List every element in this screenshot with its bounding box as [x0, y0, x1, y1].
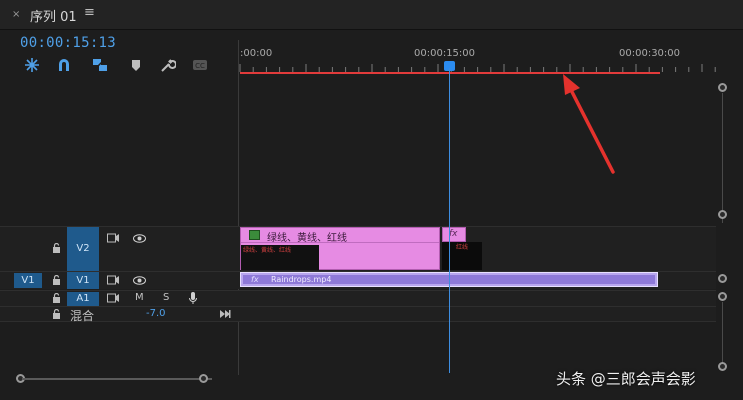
clip-name: Raindrops.mp4 — [271, 275, 332, 284]
close-tab-icon[interactable]: × — [12, 9, 20, 20]
toggle-sync-lock-icon[interactable] — [107, 275, 119, 288]
source-patch-v1[interactable]: V1 — [14, 273, 42, 288]
eye-visibility-icon[interactable] — [133, 234, 146, 246]
time-ruler[interactable]: :00:00 00:00:15:00 00:00:30:00 — [238, 40, 716, 78]
clip-thumbnail-text: 绿线、黄线、红线 — [243, 247, 292, 254]
lock-icon[interactable] — [52, 242, 61, 256]
track-target-v1[interactable]: V1 — [67, 272, 99, 289]
insert-sequence-icon[interactable] — [24, 57, 40, 73]
svg-text:CC: CC — [195, 62, 205, 70]
audio-scroll-handle-top[interactable] — [718, 292, 727, 301]
lock-icon[interactable] — [52, 274, 61, 288]
watermark: 头条 @三郎会声会影 — [556, 370, 696, 388]
mix-label: 混合 — [70, 309, 95, 323]
vertical-scroll-track[interactable] — [722, 93, 723, 223]
vertical-scroll-handle-top[interactable] — [718, 83, 727, 92]
panel-tab-bar: × 序列 01 ≡ — [0, 0, 743, 30]
toggle-sync-lock-icon[interactable] — [107, 233, 119, 246]
linked-selection-icon[interactable] — [92, 57, 108, 73]
video-scroll-handle[interactable] — [718, 274, 727, 283]
track-target-v2[interactable]: V2 — [67, 227, 99, 271]
audio-scroll-track[interactable] — [722, 302, 723, 364]
solo-button[interactable]: S — [163, 292, 169, 303]
clip-thumbnail-text: 红线 — [456, 244, 469, 251]
playhead-line[interactable] — [449, 68, 450, 373]
track-mix: 混合 -7.0 — [0, 306, 716, 323]
panel-menu-icon[interactable]: ≡ — [84, 5, 95, 20]
track-header-divider — [238, 40, 239, 375]
sequence-tab-title[interactable]: 序列 01 — [30, 6, 77, 25]
vertical-scroll-handle-bottom[interactable] — [718, 210, 727, 219]
lock-icon[interactable] — [52, 308, 61, 322]
zoom-scroll-bar[interactable] — [22, 378, 212, 380]
audio-scroll-handle-bottom[interactable] — [718, 362, 727, 371]
clip-title: 绿线、黄线、红线 — [267, 233, 347, 244]
toggle-sync-lock-icon[interactable] — [107, 293, 119, 306]
fx-badge-icon: fx — [449, 229, 458, 239]
clip-v2-second[interactable]: fx — [442, 227, 466, 242]
playhead-timecode[interactable]: 00:00:15:13 — [20, 35, 116, 51]
zoom-handle-right[interactable] — [199, 374, 208, 383]
go-to-end-icon[interactable] — [219, 309, 231, 322]
ruler-label-30s: 00:00:30:00 — [619, 48, 681, 59]
mix-volume-value[interactable]: -7.0 — [146, 308, 166, 319]
clip-v2-second-thumbnail[interactable]: 红线 — [442, 242, 482, 270]
lock-icon[interactable] — [52, 292, 61, 306]
wrench-settings-icon[interactable] — [160, 57, 176, 73]
ruler-label-start: :00:00 — [240, 48, 273, 59]
ruler-ticks — [239, 64, 716, 72]
track-a1: A1 M S — [0, 290, 716, 306]
fx-badge-icon — [249, 230, 260, 240]
snap-magnet-icon[interactable] — [56, 57, 72, 73]
track-target-a1[interactable]: A1 — [67, 292, 99, 306]
add-marker-icon[interactable] — [128, 57, 144, 73]
ruler-label-15s: 00:00:15:00 — [414, 48, 476, 59]
annotation-arrow-icon — [563, 74, 615, 174]
eye-visibility-icon[interactable] — [133, 276, 146, 288]
mute-button[interactable]: M — [135, 292, 144, 303]
fx-badge-icon: fx — [251, 275, 259, 284]
clip-v2-title-clip[interactable]: 绿线、黄线、红线 绿线、黄线、红线 — [240, 227, 440, 270]
captions-cc-icon[interactable]: CC — [192, 57, 208, 73]
